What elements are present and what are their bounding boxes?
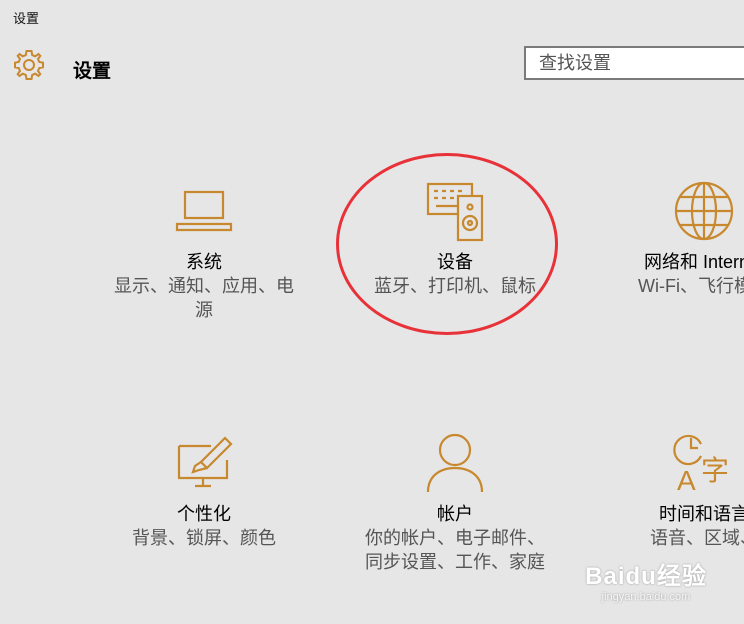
gear-icon: [14, 50, 44, 80]
tile-description: 蓝牙、打印机、鼠标: [374, 276, 536, 296]
watermark-logo-text: Baidu经验: [585, 563, 707, 590]
tile-description: 你的帐户、电子邮件、: [365, 528, 545, 548]
tile-personalization[interactable]: 个性化 背景、锁屏、颜色: [89, 430, 319, 550]
time-language-icon: A 字: [673, 434, 729, 496]
tile-description: 背景、锁屏、颜色: [132, 528, 276, 548]
globe-icon: [674, 181, 734, 241]
tile-title: 设备: [437, 252, 473, 272]
tile-description: 源: [195, 300, 213, 320]
window-title: 设置: [13, 11, 40, 26]
paint-icon: [177, 436, 233, 488]
tile-description: 语音、区域、: [650, 528, 744, 548]
tile-system[interactable]: 系统 显示、通知、应用、电 源: [89, 178, 319, 322]
tile-description: Wi-Fi、飞行模式: [638, 276, 744, 296]
watermark-url: jingyan.baidu.com: [601, 591, 691, 603]
tile-title: 系统: [186, 252, 222, 272]
tile-title: 时间和语言: [659, 504, 744, 524]
person-icon: [426, 433, 484, 493]
search-box[interactable]: [524, 46, 744, 80]
page-title: 设置: [73, 61, 112, 82]
tile-title: 帐户: [437, 504, 473, 524]
tile-time-language[interactable]: A 字 时间和语言 语音、区域、: [589, 430, 744, 550]
tile-title: 个性化: [177, 504, 231, 524]
tile-description: 显示、通知、应用、电: [114, 276, 294, 296]
tile-title: 网络和 Internet: [643, 252, 744, 272]
search-input[interactable]: [526, 48, 739, 78]
svg-text:A: A: [677, 465, 696, 496]
tile-accounts[interactable]: 帐户 你的帐户、电子邮件、 同步设置、工作、家庭: [340, 430, 570, 574]
watermark: Baidu经验 jingyan.baidu.com: [566, 556, 726, 612]
laptop-icon: [175, 190, 233, 232]
svg-text:字: 字: [701, 454, 729, 487]
tile-devices[interactable]: 设备 蓝牙、打印机、鼠标: [340, 178, 570, 298]
tile-network[interactable]: 网络和 Internet Wi-Fi、飞行模式: [589, 178, 744, 298]
devices-icon: [426, 182, 484, 242]
tile-description: 同步设置、工作、家庭: [365, 552, 545, 572]
